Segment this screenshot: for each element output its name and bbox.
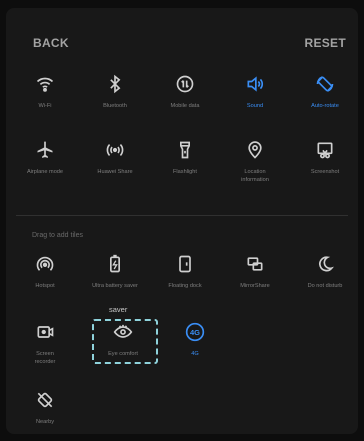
quick-settings-editor: BACK RESET Wi-Fi Bluetooth Mobile data S…: [6, 8, 358, 434]
wifi-icon: [10, 72, 80, 96]
tile-label: Do not disturb: [307, 283, 343, 289]
tile-label: Screenshot: [310, 169, 340, 175]
tile-label: Flashlight: [173, 169, 197, 175]
bluetooth-icon: [80, 72, 150, 96]
nearby-icon: [10, 388, 80, 412]
tile-hotspot[interactable]: Hotspot: [10, 252, 80, 290]
tile-airplane-mode[interactable]: Airplane mode: [10, 138, 80, 176]
tile-label: Wi-Fi: [38, 103, 52, 109]
tile-label: Huawei Share: [97, 169, 133, 175]
tile-sound[interactable]: Sound: [220, 72, 290, 110]
tile-label: Nearby: [35, 419, 55, 425]
tile-wifi[interactable]: Wi-Fi: [10, 72, 80, 110]
tile-label: Sound: [246, 103, 264, 109]
tile-location[interactable]: Location information: [220, 138, 290, 184]
floating-dock-icon: [150, 252, 220, 276]
tile-mirrorshare[interactable]: MirrorShare: [220, 252, 290, 290]
tile-nearby[interactable]: Nearby: [10, 388, 80, 426]
screenshot-icon: [290, 138, 358, 162]
mirror-share-icon: [220, 252, 290, 276]
tile-label: Screen recorder: [34, 351, 56, 365]
tile-label: Bluetooth: [103, 103, 127, 109]
back-button[interactable]: BACK: [33, 36, 69, 50]
auto-rotate-icon: [290, 72, 358, 96]
battery-icon: [80, 252, 150, 276]
tile-label: Airplane mode: [26, 169, 64, 175]
tile-label: Mobile data: [170, 103, 200, 109]
tile-mobile-data[interactable]: Mobile data: [150, 72, 220, 110]
tile-bluetooth[interactable]: Bluetooth: [80, 72, 150, 110]
tile-label: Location information: [241, 169, 269, 183]
tile-ultra-battery-saver[interactable]: Ultra battery saver: [80, 252, 150, 290]
drag-drop-outline: [92, 319, 158, 364]
tile-auto-rotate[interactable]: Auto-rotate: [290, 72, 358, 110]
drag-to-add-heading: Drag to add tiles: [32, 232, 83, 239]
moon-icon: [290, 252, 358, 276]
tile-label: Auto-rotate: [311, 103, 339, 109]
airplane-icon: [10, 138, 80, 162]
flashlight-icon: [150, 138, 220, 162]
dragging-tile-label: saver: [109, 305, 128, 314]
tile-label: 4G: [191, 351, 199, 357]
tile-label: MirrorShare: [240, 283, 270, 289]
tile-label: Ultra battery saver: [92, 283, 138, 289]
hotspot-icon: [10, 252, 80, 276]
tile-huawei-share[interactable]: Huawei Share: [80, 138, 150, 176]
tile-do-not-disturb[interactable]: Do not disturb: [290, 252, 358, 290]
tile-flashlight[interactable]: Flashlight: [150, 138, 220, 176]
svg-text:4G: 4G: [190, 328, 200, 337]
mobile-data-icon: [150, 72, 220, 96]
tile-floating-dock[interactable]: Floating dock: [150, 252, 220, 290]
4g-icon: 4G: [160, 320, 230, 344]
screen-recorder-icon: [10, 320, 80, 344]
huawei-share-icon: [80, 138, 150, 162]
tile-4g[interactable]: 4G 4G: [160, 320, 230, 358]
reset-button[interactable]: RESET: [304, 36, 346, 50]
tile-label: Hotspot: [35, 283, 55, 289]
tile-screen-recorder[interactable]: Screen recorder: [10, 320, 80, 366]
tile-label: Floating dock: [168, 283, 202, 289]
sound-icon: [220, 72, 290, 96]
section-divider: [16, 215, 348, 216]
location-icon: [220, 138, 290, 162]
tile-screenshot[interactable]: Screenshot: [290, 138, 358, 176]
